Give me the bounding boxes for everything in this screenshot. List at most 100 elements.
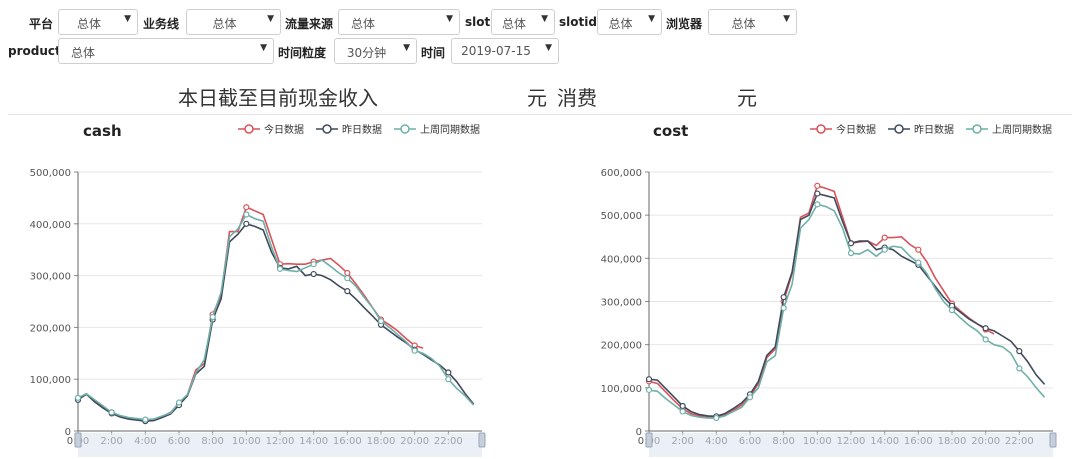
business-line-value: 总体 <box>212 17 237 31</box>
slot-label: slot <box>465 15 491 29</box>
y-tick-label: 400,000 <box>30 220 71 231</box>
granularity-value: 30分钟 <box>346 46 387 60</box>
spend-summary-text: 消费 <box>557 86 597 110</box>
legend-label: 昨日数据 <box>342 123 382 136</box>
slotid-select[interactable]: 总体 ▼ <box>597 9 662 35</box>
series-line-2 <box>648 203 1046 419</box>
y-tick-label: 200,000 <box>30 323 71 334</box>
browser-select[interactable]: 总体 ▼ <box>708 9 797 35</box>
series-line-2 <box>77 213 475 421</box>
traffic-source-label: 流量来源 <box>285 17 334 31</box>
product-value: 总体 <box>71 46 96 60</box>
section-divider <box>8 114 1072 115</box>
slot-value: 总体 <box>501 17 526 31</box>
chevron-down-icon: ▼ <box>545 43 552 53</box>
y-tick-label: 100,000 <box>601 384 642 395</box>
data-point <box>915 259 922 266</box>
data-point <box>1016 365 1023 372</box>
chevron-down-icon: ▼ <box>446 14 453 24</box>
product-label: product <box>8 44 61 58</box>
date-select[interactable]: 2019-07-15 ▼ <box>451 38 559 64</box>
data-point <box>243 204 250 211</box>
chevron-down-icon: ▼ <box>403 43 410 53</box>
data-point <box>746 394 754 401</box>
data-point <box>175 399 183 406</box>
legend-marker-0 <box>244 124 254 134</box>
income-summary-unit: 元 <box>527 86 547 110</box>
cost-chart: cost 今日数据 昨日数据 上周同期数据0100,000200,000300,000… <box>601 122 1057 457</box>
legend-label: 昨日数据 <box>914 123 954 136</box>
legend-label: 上周同期数据 <box>992 123 1052 136</box>
datazoom-handle-left <box>645 432 653 448</box>
granularity-label: 时间粒度 <box>278 46 327 60</box>
legend-marker-1 <box>894 124 904 134</box>
data-point <box>344 288 351 295</box>
chart-title: cost <box>653 122 688 140</box>
traffic-source-select[interactable]: 总体 ▼ <box>338 9 460 35</box>
slotid-value: 总体 <box>608 17 633 31</box>
data-point <box>108 409 115 416</box>
data-point <box>982 336 989 343</box>
chevron-down-icon: ▼ <box>541 14 548 24</box>
product-select[interactable]: 总体 ▼ <box>58 38 274 64</box>
series-line-1 <box>648 192 1046 418</box>
data-point <box>310 270 317 278</box>
data-point <box>847 250 855 257</box>
data-point <box>982 325 989 332</box>
date-value: 2019-07-15 <box>461 44 531 58</box>
data-point <box>411 347 418 354</box>
legend-marker-1 <box>322 124 332 134</box>
chart-title: cash <box>83 122 122 140</box>
data-point <box>679 408 686 415</box>
data-point <box>377 318 385 325</box>
income-summary-text: 本日截至目前现金收入 <box>178 86 378 110</box>
platform-label: 平台 <box>29 17 54 31</box>
data-point <box>310 261 317 268</box>
legend-label: 今日数据 <box>836 123 876 136</box>
data-point <box>814 201 821 208</box>
datazoom-handle-right <box>1049 432 1057 448</box>
y-tick-label: 300,000 <box>30 272 71 283</box>
y-tick-label: 600,000 <box>601 168 642 179</box>
data-point <box>445 369 452 376</box>
chevron-down-icon: ▼ <box>783 14 790 24</box>
browser-label: 浏览器 <box>666 17 703 31</box>
data-point <box>243 220 250 227</box>
data-point <box>915 246 922 253</box>
data-point <box>645 376 653 383</box>
y-tick-label: 400,000 <box>601 254 642 265</box>
data-point <box>344 275 351 282</box>
data-point <box>713 414 720 422</box>
legend-marker-2 <box>400 124 410 134</box>
cash-chart: cash 今日数据 昨日数据 上周同期数据0100,000200,000300,000… <box>30 122 486 457</box>
data-point <box>1016 348 1023 355</box>
business-line-select[interactable]: 总体 ▼ <box>186 9 281 35</box>
data-point <box>276 265 284 272</box>
y-tick-label: 500,000 <box>601 211 642 222</box>
y-tick-label: 200,000 <box>601 341 642 352</box>
legend-marker-0 <box>816 124 826 134</box>
datazoom-slider <box>78 433 482 457</box>
granularity-select[interactable]: 30分钟 ▼ <box>334 38 417 64</box>
data-point <box>74 394 82 401</box>
y-tick-label: 100,000 <box>30 375 71 386</box>
data-point <box>445 376 452 383</box>
chevron-down-icon: ▼ <box>260 43 267 53</box>
chevron-down-icon: ▼ <box>267 14 274 24</box>
data-point <box>344 269 351 277</box>
y-tick-label: 300,000 <box>601 298 642 309</box>
platform-select[interactable]: 总体 ▼ <box>58 9 138 35</box>
data-point <box>948 307 956 314</box>
data-point <box>243 211 250 218</box>
datazoom-handle-right <box>478 432 486 448</box>
slot-select[interactable]: 总体 ▼ <box>491 9 555 35</box>
data-point <box>142 416 149 423</box>
spend-summary-unit: 元 <box>737 86 757 110</box>
slotid-label: slotid <box>559 15 597 29</box>
platform-value: 总体 <box>76 17 101 31</box>
y-tick-label: 500,000 <box>30 168 71 179</box>
browser-value: 总体 <box>731 17 756 31</box>
datazoom-slider <box>649 433 1053 457</box>
data-point <box>881 234 888 241</box>
data-point <box>881 246 888 253</box>
